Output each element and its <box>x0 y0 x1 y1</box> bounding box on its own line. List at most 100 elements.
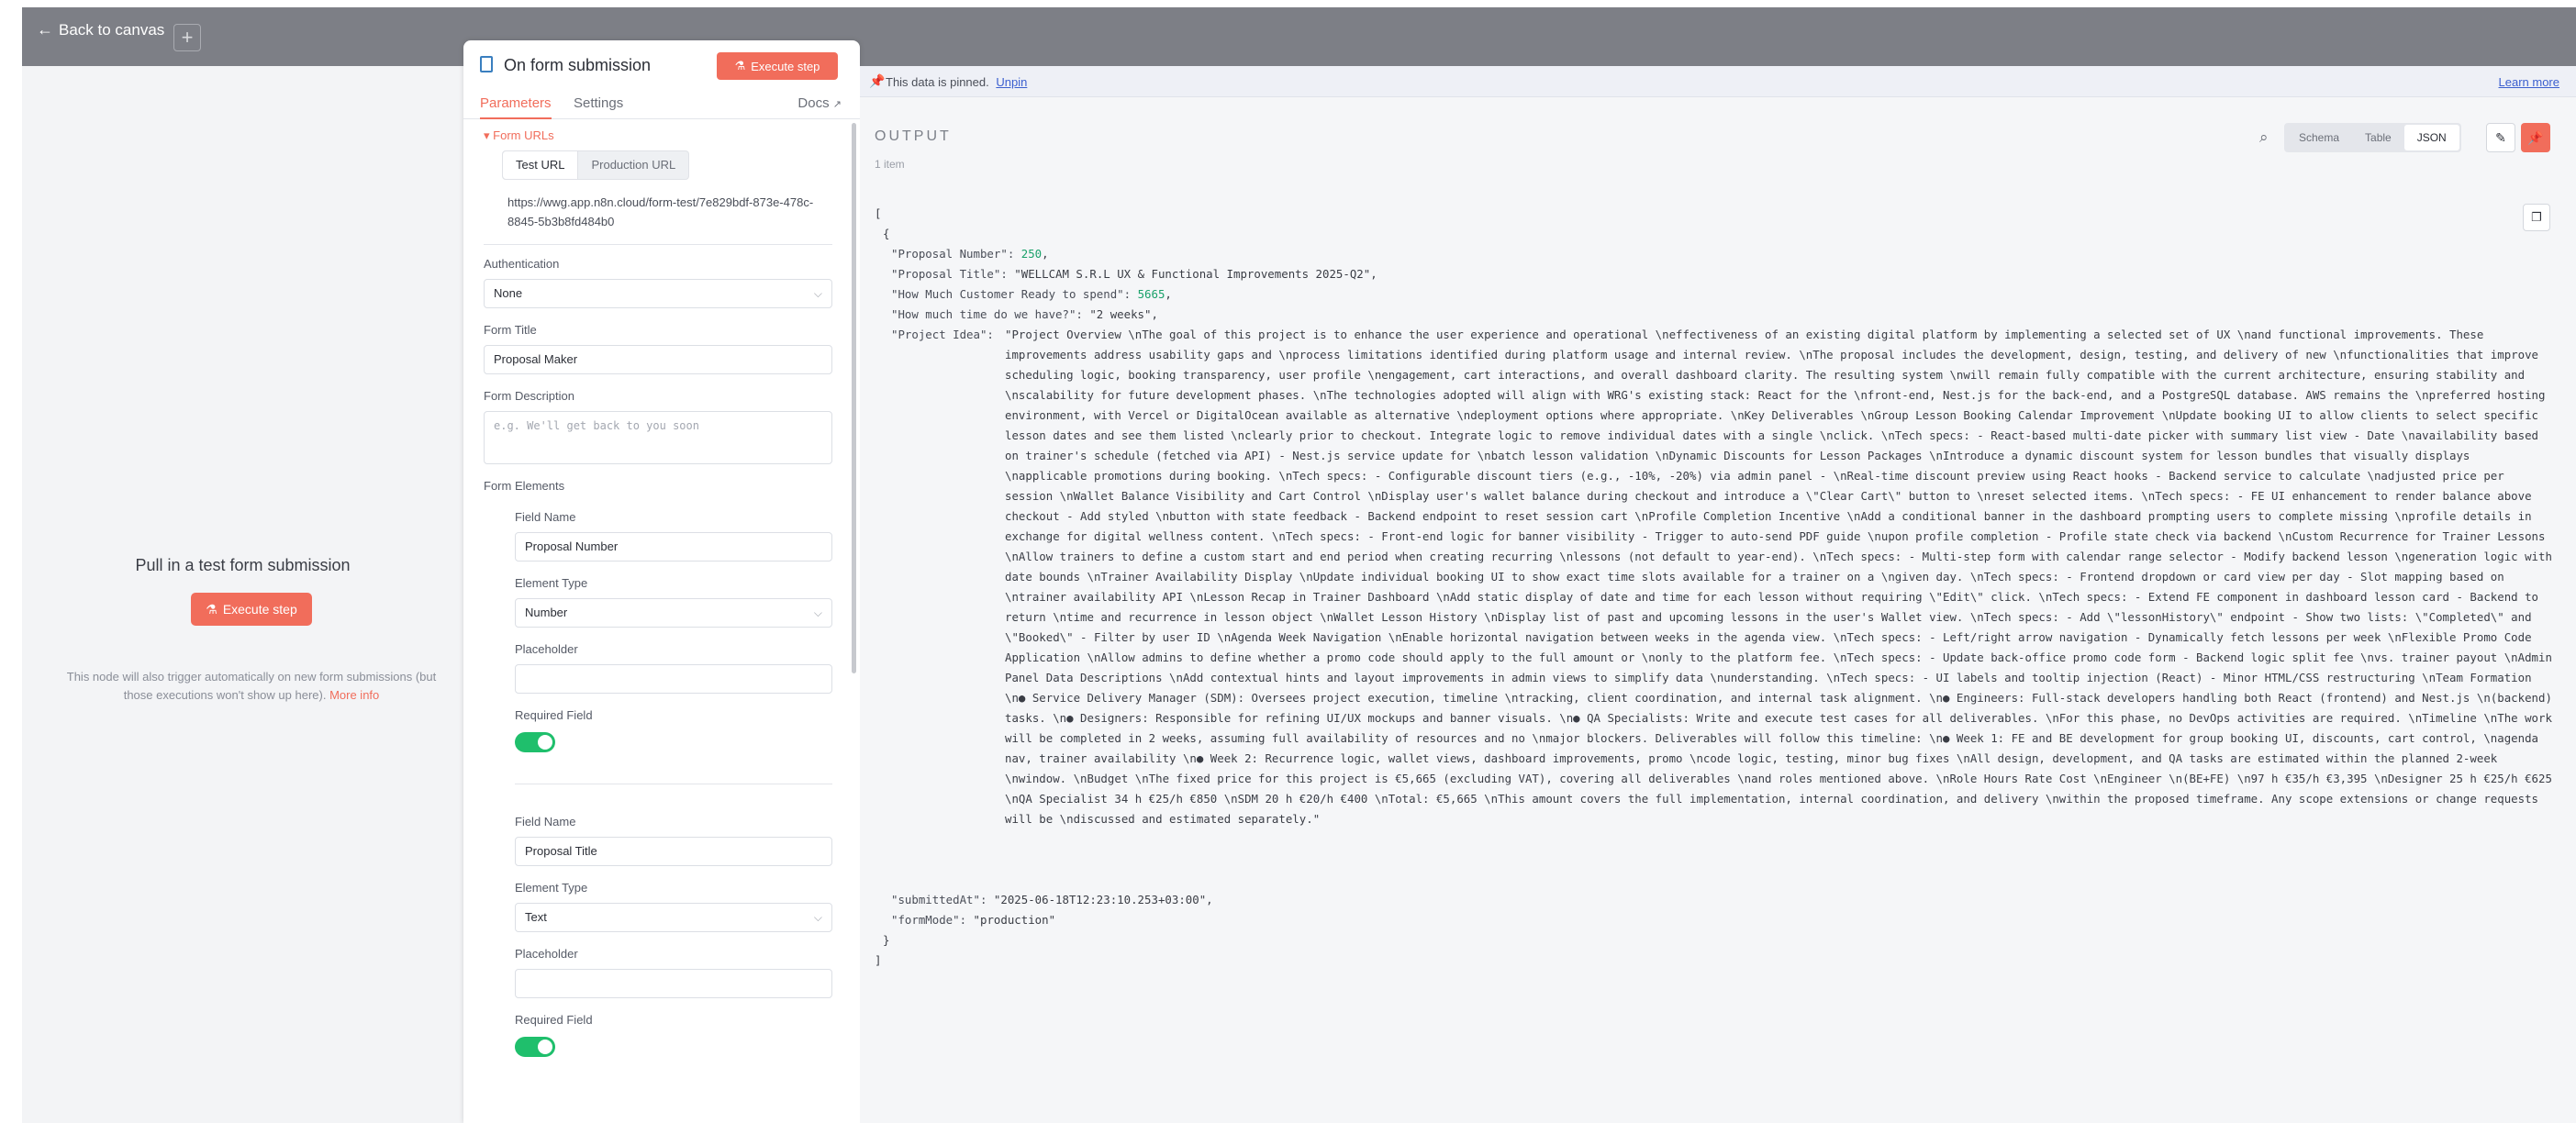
json-key: "Project Idea": <box>891 328 994 341</box>
element-type-value: Text <box>525 910 547 924</box>
form-icon <box>480 56 493 72</box>
unpin-link[interactable]: Unpin <box>996 75 1027 89</box>
form-title-input[interactable]: Proposal Maker <box>484 345 832 374</box>
json-value: 250 <box>1020 247 1043 261</box>
chevron-down-icon: ⌵ <box>813 287 822 300</box>
field-name-input[interactable]: Proposal Number <box>515 532 832 562</box>
node-parameters-panel: On form submission ⚗ Execute step Parame… <box>463 40 860 1123</box>
pin-icon: 📌 <box>2527 130 2544 145</box>
form-description-label: Form Description <box>484 389 574 403</box>
trigger-note: This node will also trigger automaticall… <box>59 668 444 705</box>
back-to-canvas-label: Back to canvas <box>59 20 165 39</box>
tab-table[interactable]: Table <box>2352 125 2404 150</box>
element-type-select[interactable]: Number ⌵ <box>515 598 832 628</box>
required-field-toggle[interactable] <box>515 1037 555 1057</box>
flask-icon: ⚗ <box>734 59 746 72</box>
element-type-label: Element Type <box>515 576 588 590</box>
tab-json[interactable]: JSON <box>2403 125 2459 150</box>
form-urls-toggle[interactable]: ▾ Form URLs <box>484 128 554 143</box>
pinned-data-bar: 📌 This data is pinned. Unpin Learn more <box>860 66 2576 97</box>
pull-in-title: Pull in a test form submission <box>135 556 351 574</box>
tab-schema[interactable]: Schema <box>2286 125 2352 150</box>
json-row-project-idea: "Project Idea": "Project Overview \nThe … <box>875 325 2563 890</box>
edit-output-button[interactable]: ✎ <box>2486 123 2515 152</box>
placeholder-input[interactable] <box>515 664 832 694</box>
json-key: "How Much Customer Ready to spend": <box>891 287 1132 301</box>
form-elements-label: Form Elements <box>484 479 565 493</box>
field-name-label: Field Name <box>515 815 576 828</box>
output-panel: 📌 This data is pinned. Unpin Learn more … <box>860 66 2576 1123</box>
json-open-bracket: [ <box>875 206 882 220</box>
json-output: [ { "Proposal Number": 250, "Proposal Ti… <box>875 204 2563 971</box>
required-field-label: Required Field <box>515 1013 593 1027</box>
output-title: OUTPUT <box>875 128 952 144</box>
app-frame: ← Back to canvas + Pull in a test form s… <box>22 7 2576 1123</box>
learn-more-link[interactable]: Learn more <box>2499 75 2559 89</box>
tab-settings[interactable]: Settings <box>574 95 623 111</box>
placeholder-input[interactable] <box>515 969 832 998</box>
divider <box>484 244 832 245</box>
placeholder-label: Placeholder <box>515 642 578 656</box>
json-value-project-idea: "Project Overview \nThe goal of this pro… <box>1005 328 2552 826</box>
form-title-label: Form Title <box>484 323 537 337</box>
chevron-down-icon: ▾ <box>484 128 490 142</box>
form-description-input[interactable]: e.g. We'll get back to you soon <box>484 411 832 464</box>
field-name-label: Field Name <box>515 510 576 524</box>
json-row: "Proposal Title": "WELLCAM S.R.L UX & Fu… <box>891 267 1377 281</box>
json-value: "WELLCAM S.R.L UX & Functional Improveme… <box>1014 267 1371 281</box>
json-value: "2 weeks" <box>1089 307 1152 321</box>
add-node-button[interactable]: + <box>173 24 201 51</box>
url-tabs: Test URL Production URL <box>502 150 690 180</box>
json-row: "How Much Customer Ready to spend": 5665… <box>891 287 1172 301</box>
json-row: "submittedAt": "2025-06-18T12:23:10.253+… <box>891 893 1213 906</box>
authentication-label: Authentication <box>484 257 560 271</box>
docs-link[interactable]: Docs ↗ <box>797 95 842 111</box>
chevron-down-icon: ⌵ <box>813 606 822 619</box>
parameter-tabs: Parameters Settings Docs ↗ <box>463 88 860 119</box>
arrow-left-icon: ← <box>37 20 53 39</box>
json-value: "production" <box>973 913 1056 927</box>
json-value: "2025-06-18T12:23:10.253+03:00" <box>993 893 1207 906</box>
more-info-link[interactable]: More info <box>329 688 379 702</box>
json-row: "How much time do we have?": "2 weeks", <box>891 307 1158 321</box>
form-urls-label: Form URLs <box>493 128 554 142</box>
field-name-input[interactable]: Proposal Title <box>515 837 832 866</box>
pin-data-button[interactable]: 📌 <box>2521 123 2550 152</box>
execute-step-button-header[interactable]: ⚗ Execute step <box>717 52 838 80</box>
back-to-canvas-button[interactable]: ← Back to canvas <box>37 20 164 39</box>
tab-parameters[interactable]: Parameters <box>480 95 552 119</box>
required-field-label: Required Field <box>515 708 593 722</box>
node-title[interactable]: On form submission <box>504 56 651 75</box>
json-open-brace: { <box>883 227 890 240</box>
pin-icon: 📌 <box>869 73 886 88</box>
scrollbar[interactable] <box>852 123 856 673</box>
test-url-text[interactable]: https://wwg.app.n8n.cloud/form-test/7e82… <box>507 193 820 231</box>
execute-step-button[interactable]: ⚗ Execute step <box>191 593 312 626</box>
view-mode-tabs: Schema Table JSON <box>2284 123 2461 152</box>
json-value: 5665 <box>1137 287 1165 301</box>
required-field-toggle[interactable] <box>515 732 555 752</box>
authentication-select[interactable]: None ⌵ <box>484 279 832 308</box>
json-key: "Proposal Title": <box>891 267 1008 281</box>
flask-icon: ⚗ <box>206 601 217 617</box>
placeholder-label: Placeholder <box>515 947 578 961</box>
execute-step-label: Execute step <box>222 602 297 617</box>
items-count: 1 item <box>875 158 905 171</box>
parameters-body: ▾ Form URLs Test URL Production URL http… <box>463 119 860 1123</box>
chevron-down-icon: ⌵ <box>813 911 822 924</box>
element-type-select[interactable]: Text ⌵ <box>515 903 832 932</box>
json-row: "Proposal Number": 250, <box>891 247 1049 261</box>
execute-step-label: Execute step <box>751 59 820 73</box>
pinned-notice: This data is pinned. Unpin <box>886 75 1027 89</box>
element-type-value: Number <box>525 606 568 619</box>
json-close-brace: } <box>883 933 890 947</box>
pinned-notice-text: This data is pinned. <box>886 75 989 89</box>
json-key: "submittedAt": <box>891 893 987 906</box>
tab-production-url[interactable]: Production URL <box>578 151 688 179</box>
search-icon[interactable]: ⌕ <box>2259 128 2269 147</box>
tab-test-url[interactable]: Test URL <box>503 151 579 179</box>
node-header: On form submission ⚗ Execute step <box>463 40 860 88</box>
json-key: "formMode": <box>891 913 967 927</box>
trigger-note-text: This node will also trigger automaticall… <box>66 670 437 702</box>
element-type-label: Element Type <box>515 881 588 895</box>
